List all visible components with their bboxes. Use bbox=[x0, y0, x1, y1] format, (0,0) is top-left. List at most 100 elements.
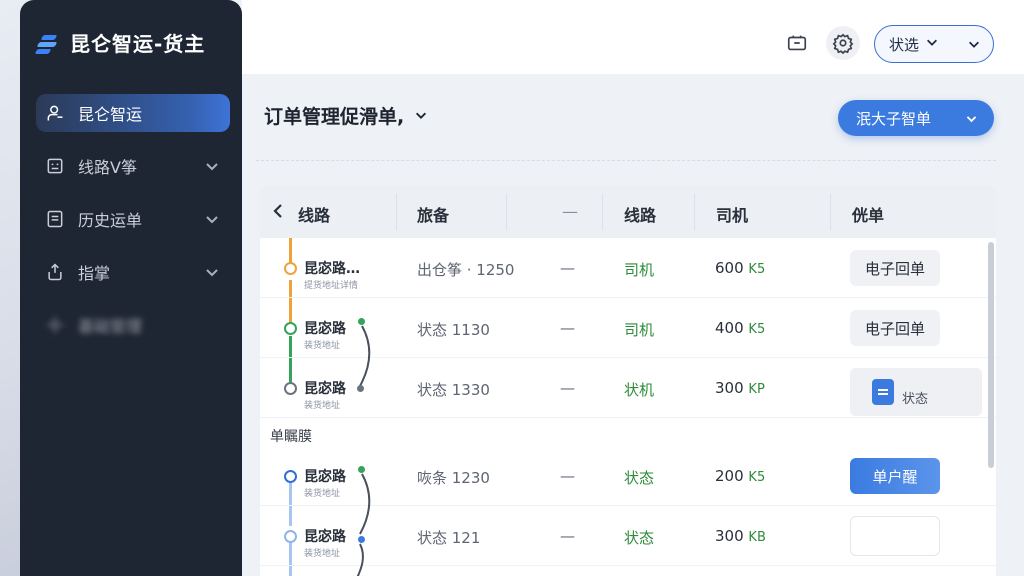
chevron-down-icon bbox=[414, 105, 428, 127]
route-cell: 状态 bbox=[624, 469, 655, 487]
document-status-label: 状态 bbox=[902, 391, 929, 407]
dash-cell: — bbox=[560, 527, 575, 545]
chevron-left-icon[interactable] bbox=[270, 202, 286, 224]
status-cell: 状态 1130 bbox=[417, 321, 490, 339]
driver-cell: 400 K5 bbox=[715, 319, 765, 337]
timeline-node bbox=[284, 530, 297, 543]
dash-cell: — bbox=[560, 319, 575, 337]
table-row[interactable]: 昆宓路 装货地址 状态 1330 — 状机 300 KP 状态 bbox=[260, 358, 996, 418]
sidebar-item-settings[interactable]: 基础管理 bbox=[36, 306, 230, 344]
column-header[interactable]: 旅备 bbox=[417, 202, 449, 226]
route-cell: 状机 bbox=[624, 381, 655, 399]
empty-action-button[interactable] bbox=[850, 516, 940, 556]
route-name: 昆宓路 bbox=[304, 469, 346, 485]
driver-value: 600 bbox=[715, 259, 744, 277]
driver-unit: K5 bbox=[748, 262, 766, 277]
brand[interactable]: 昆仑智运-货主 bbox=[34, 28, 206, 57]
route-dot bbox=[357, 385, 364, 392]
sidebar-item-guide[interactable]: 指掌 bbox=[36, 253, 230, 291]
driver-unit: KP bbox=[748, 382, 765, 397]
timeline-node bbox=[284, 382, 297, 395]
scrollbar[interactable] bbox=[988, 242, 994, 468]
status-cell: 状态 121 bbox=[417, 529, 481, 547]
column-divider bbox=[830, 194, 831, 230]
chevron-down-icon bbox=[204, 158, 220, 174]
column-header[interactable]: 司机 bbox=[716, 202, 748, 226]
route-name: 昆宓路 bbox=[304, 529, 346, 545]
document-icon bbox=[872, 379, 894, 405]
chevron-down-icon bbox=[204, 211, 220, 227]
confirm-button[interactable]: 单户醒 bbox=[850, 458, 940, 494]
table-header: 线路 旅备 — 线路 司机 侊单 bbox=[260, 186, 996, 238]
driver-cell: 300 KB bbox=[715, 527, 766, 545]
table-row[interactable]: 昆宓路 装货地址 咴条 1230 — 状态 200 K5 单户醒 bbox=[260, 446, 996, 535]
orders-table: 线路 旅备 — 线路 司机 侊单 昆宓路… 提货地址详情 出仓筝 · 1250 … bbox=[260, 186, 996, 576]
sidebar-nav: 昆仑智运 线路Ⅴ筝 历史运单 指掌 基础管理 bbox=[36, 94, 230, 359]
top-bar: 状选 bbox=[242, 0, 1024, 74]
receipt-button[interactable]: 电子回单 bbox=[850, 250, 940, 286]
dash-cell: — bbox=[560, 467, 575, 485]
sidebar-item-label: 昆仑智运 bbox=[78, 105, 143, 124]
page-title[interactable]: 订单管理促滑单, bbox=[264, 102, 428, 129]
route-name: 昆宓路 bbox=[304, 381, 346, 397]
chevron-down-icon bbox=[925, 35, 939, 53]
timeline-node bbox=[284, 470, 297, 483]
route-subtitle: 装货地址 bbox=[304, 489, 341, 499]
dash-cell: — bbox=[560, 379, 575, 397]
sidebar-item-label: 线路Ⅴ筝 bbox=[78, 158, 137, 177]
filter-label: 状选 bbox=[889, 35, 920, 54]
page-title-text: 订单管理促滑单, bbox=[264, 106, 405, 128]
sidebar-item-routes[interactable]: 线路Ⅴ筝 bbox=[36, 147, 230, 185]
route-name: 昆宓路 bbox=[304, 321, 346, 337]
table-row[interactable]: 昆宓路 装货地址 状态 121 — 状态 300 KB bbox=[260, 506, 996, 576]
column-header[interactable]: 线路 bbox=[624, 202, 656, 226]
timeline-node bbox=[284, 262, 297, 275]
gear-icon bbox=[44, 314, 66, 336]
sidebar-item-kunlun[interactable]: 昆仑智运 bbox=[36, 94, 230, 132]
share-icon bbox=[44, 261, 66, 283]
route-subtitle: 装货地址 bbox=[304, 401, 341, 411]
route-subtitle: 提货地址详情 bbox=[304, 281, 359, 291]
table-row[interactable]: 昆宓路 装货地址 状态 1130 — 司机 400 K5 电子回单 bbox=[260, 298, 996, 387]
column-divider bbox=[506, 194, 507, 230]
document-status-button[interactable]: 状态 bbox=[850, 368, 982, 416]
dash-cell: — bbox=[560, 259, 575, 277]
status-cell: 咴条 1230 bbox=[417, 469, 490, 487]
column-header[interactable]: 侊单 bbox=[852, 202, 884, 226]
column-header: — bbox=[562, 202, 578, 221]
chevron-down-icon bbox=[967, 37, 981, 55]
driver-unit: K5 bbox=[748, 322, 766, 337]
filter-dropdown[interactable]: 状选 bbox=[874, 25, 994, 63]
driver-value: 400 bbox=[715, 319, 744, 337]
create-order-button[interactable]: 泯大子智单 bbox=[838, 100, 994, 136]
driver-unit: K5 bbox=[748, 470, 766, 485]
document-icon bbox=[44, 208, 66, 230]
battery-icon[interactable] bbox=[780, 26, 814, 60]
route-cell: 状态 bbox=[624, 529, 655, 547]
column-divider bbox=[602, 194, 603, 230]
driver-cell: 300 KP bbox=[715, 379, 765, 397]
column-divider bbox=[694, 194, 695, 230]
sidebar-item-label: 历史运单 bbox=[78, 211, 143, 230]
column-header[interactable]: 线路 bbox=[298, 202, 330, 226]
status-cell: 出仓筝 · 1250 bbox=[417, 261, 515, 279]
table-row[interactable]: 昆宓路… 提货地址详情 出仓筝 · 1250 — 司机 600 K5 电子回单 bbox=[260, 238, 996, 298]
driver-unit: KB bbox=[748, 530, 766, 545]
chevron-down-icon bbox=[204, 264, 220, 280]
driver-value: 300 bbox=[715, 527, 744, 545]
sidebar-item-history[interactable]: 历史运单 bbox=[36, 200, 230, 238]
gear-icon[interactable] bbox=[826, 26, 860, 60]
create-order-label: 泯大子智单 bbox=[856, 109, 932, 128]
route-cell: 司机 bbox=[624, 321, 655, 339]
user-icon bbox=[44, 102, 66, 124]
driver-value: 300 bbox=[715, 379, 744, 397]
divider bbox=[256, 160, 996, 161]
receipt-button[interactable]: 电子回单 bbox=[850, 310, 940, 346]
driver-value: 200 bbox=[715, 467, 744, 485]
chevron-down-icon bbox=[966, 116, 977, 123]
app-title: 昆仑智运-货主 bbox=[70, 32, 206, 56]
sidebar-item-label: 指掌 bbox=[78, 264, 111, 283]
column-divider bbox=[396, 194, 397, 230]
status-cell: 状态 1330 bbox=[417, 381, 490, 399]
board-icon bbox=[44, 155, 66, 177]
